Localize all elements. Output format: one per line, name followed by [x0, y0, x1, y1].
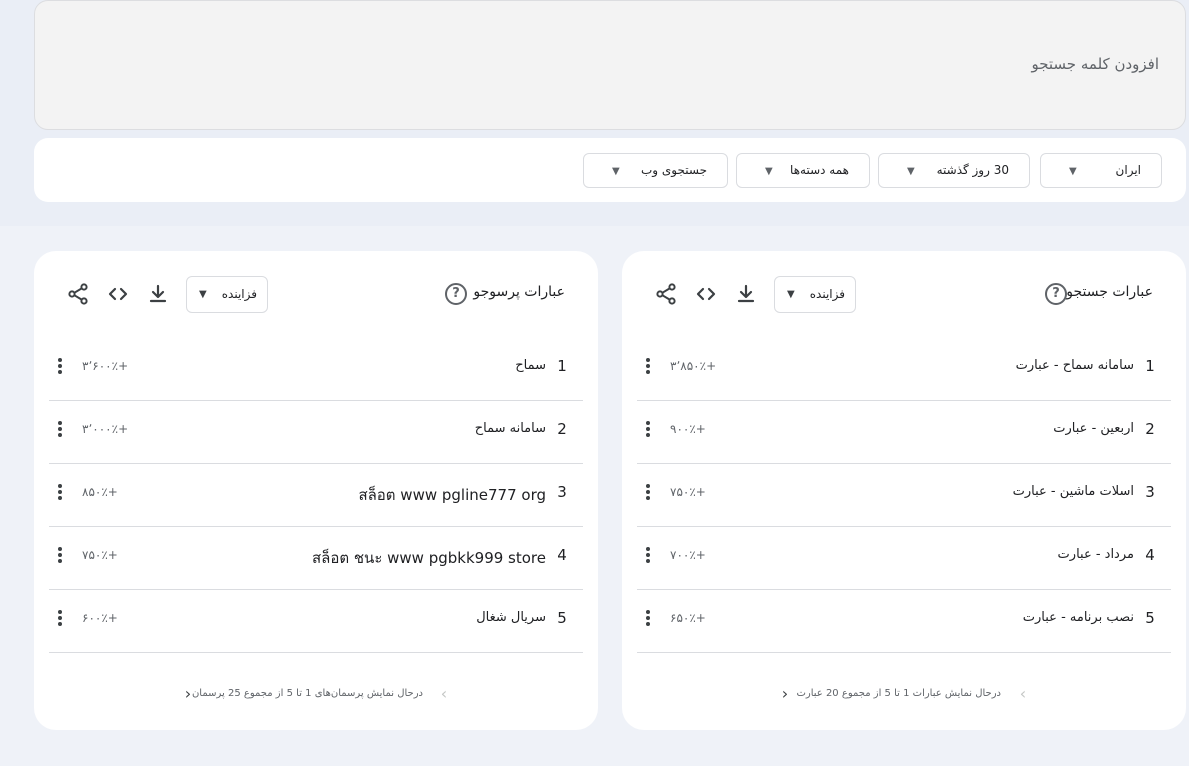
category-filter[interactable]: همه دسته‌ها ▼	[736, 153, 870, 188]
sort-label: فزاینده	[221, 287, 257, 301]
share-icon[interactable]	[654, 282, 678, 306]
search-terms-pager-text: درحال نمایش عبارات 1 تا 5 از مجموع 20 عب…	[796, 688, 1001, 699]
row-term[interactable]: สล็อต www pgline777 org	[358, 483, 546, 507]
row-value: ۷۵۰٪+	[82, 548, 118, 562]
row-value: ۸۵۰٪+	[82, 485, 118, 499]
row-rank: 5	[1145, 609, 1155, 627]
row-term[interactable]: نصب برنامه - عبارت	[1023, 610, 1134, 625]
help-icon[interactable]: ?	[445, 283, 467, 305]
more-vert-icon[interactable]	[57, 421, 63, 439]
row-term[interactable]: سامانه سماح	[475, 421, 546, 436]
caret-down-icon: ▼	[612, 166, 620, 177]
more-vert-icon[interactable]	[57, 358, 63, 376]
query-terms-pager-text: درحال نمایش پرسمان‌های 1 تا 5 از مجموع 2…	[191, 688, 423, 699]
row-divider	[637, 526, 1171, 527]
row-divider	[637, 589, 1171, 590]
caret-down-icon: ▼	[199, 289, 207, 300]
category-filter-label: همه دسته‌ها	[790, 163, 849, 177]
query-terms-sort-select[interactable]: فزاینده ▼	[186, 276, 268, 313]
property-filter-label: جستجوی وب	[641, 163, 707, 177]
row-term[interactable]: مرداد - عبارت	[1058, 547, 1134, 562]
search-terms-title: عبارات جستجو	[1066, 284, 1153, 300]
row-divider	[637, 652, 1171, 653]
row-divider	[637, 463, 1171, 464]
row-rank: 4	[1145, 546, 1155, 564]
region-filter-label: ایران	[1115, 163, 1141, 177]
chevron-right-icon[interactable]: ›	[778, 686, 792, 704]
row-rank: 3	[1145, 483, 1155, 501]
code-icon[interactable]	[694, 282, 718, 306]
row-term[interactable]: اسلات ماشین - عبارت	[1013, 484, 1134, 499]
row-value: ۶۵۰٪+	[670, 611, 706, 625]
row-divider	[49, 652, 583, 653]
chevron-left-icon[interactable]: ‹	[1016, 686, 1030, 704]
help-icon[interactable]: ?	[1045, 283, 1067, 305]
time-filter-label: 30 روز گذشته	[936, 163, 1009, 177]
row-value: ۷۵۰٪+	[670, 485, 706, 499]
row-value: ۹۰۰٪+	[670, 422, 706, 436]
row-value: ۳٬۰۰۰٪+	[82, 422, 129, 436]
row-divider	[49, 526, 583, 527]
more-vert-icon[interactable]	[57, 484, 63, 502]
more-vert-icon[interactable]	[57, 610, 63, 628]
download-icon[interactable]	[146, 282, 170, 306]
row-value: ۳٬۶۰۰٪+	[82, 359, 129, 373]
more-vert-icon[interactable]	[645, 484, 651, 502]
row-term[interactable]: اربعین - عبارت	[1053, 421, 1134, 436]
caret-down-icon: ▼	[765, 166, 773, 177]
row-value: ۳٬۸۵۰٪+	[670, 359, 717, 373]
row-divider	[49, 463, 583, 464]
sort-label: فزاینده	[809, 287, 845, 301]
row-rank: 1	[557, 357, 567, 375]
row-term[interactable]: سریال شغال	[476, 610, 546, 625]
query-terms-title: عبارات پرسوجو	[473, 284, 565, 300]
row-rank: 2	[557, 420, 567, 438]
row-divider	[637, 400, 1171, 401]
row-value: ۷۰۰٪+	[670, 548, 706, 562]
download-icon[interactable]	[734, 282, 758, 306]
row-term[interactable]: سامانه سماح - عبارت	[1016, 358, 1134, 373]
row-rank: 4	[557, 546, 567, 564]
row-rank: 3	[557, 483, 567, 501]
time-filter[interactable]: 30 روز گذشته ▼	[878, 153, 1030, 188]
row-term[interactable]: سماح	[515, 358, 546, 373]
row-value: ۶۰۰٪+	[82, 611, 118, 625]
chevron-right-icon[interactable]: ›	[181, 686, 195, 704]
caret-down-icon: ▼	[787, 289, 795, 300]
row-term[interactable]: สล็อต ชนะ www pgbkk999 store	[312, 546, 546, 570]
row-rank: 2	[1145, 420, 1155, 438]
more-vert-icon[interactable]	[645, 610, 651, 628]
property-filter[interactable]: جستجوی وب ▼	[583, 153, 728, 188]
search-terms-sort-select[interactable]: فزاینده ▼	[774, 276, 856, 313]
caret-down-icon: ▼	[1069, 166, 1077, 177]
caret-down-icon: ▼	[907, 166, 915, 177]
row-rank: 5	[557, 609, 567, 627]
search-input[interactable]: افزودن کلمه جستجو	[1031, 55, 1159, 73]
more-vert-icon[interactable]	[645, 358, 651, 376]
region-filter[interactable]: ایران ▼	[1040, 153, 1162, 188]
share-icon[interactable]	[66, 282, 90, 306]
chevron-left-icon[interactable]: ‹	[437, 686, 451, 704]
more-vert-icon[interactable]	[57, 547, 63, 565]
row-divider	[49, 400, 583, 401]
filter-bar: ایران ▼ 30 روز گذشته ▼ همه دسته‌ها ▼ جست…	[34, 138, 1186, 202]
search-box[interactable]: افزودن کلمه جستجو	[34, 0, 1186, 130]
code-icon[interactable]	[106, 282, 130, 306]
more-vert-icon[interactable]	[645, 547, 651, 565]
row-rank: 1	[1145, 357, 1155, 375]
more-vert-icon[interactable]	[645, 421, 651, 439]
row-divider	[49, 589, 583, 590]
